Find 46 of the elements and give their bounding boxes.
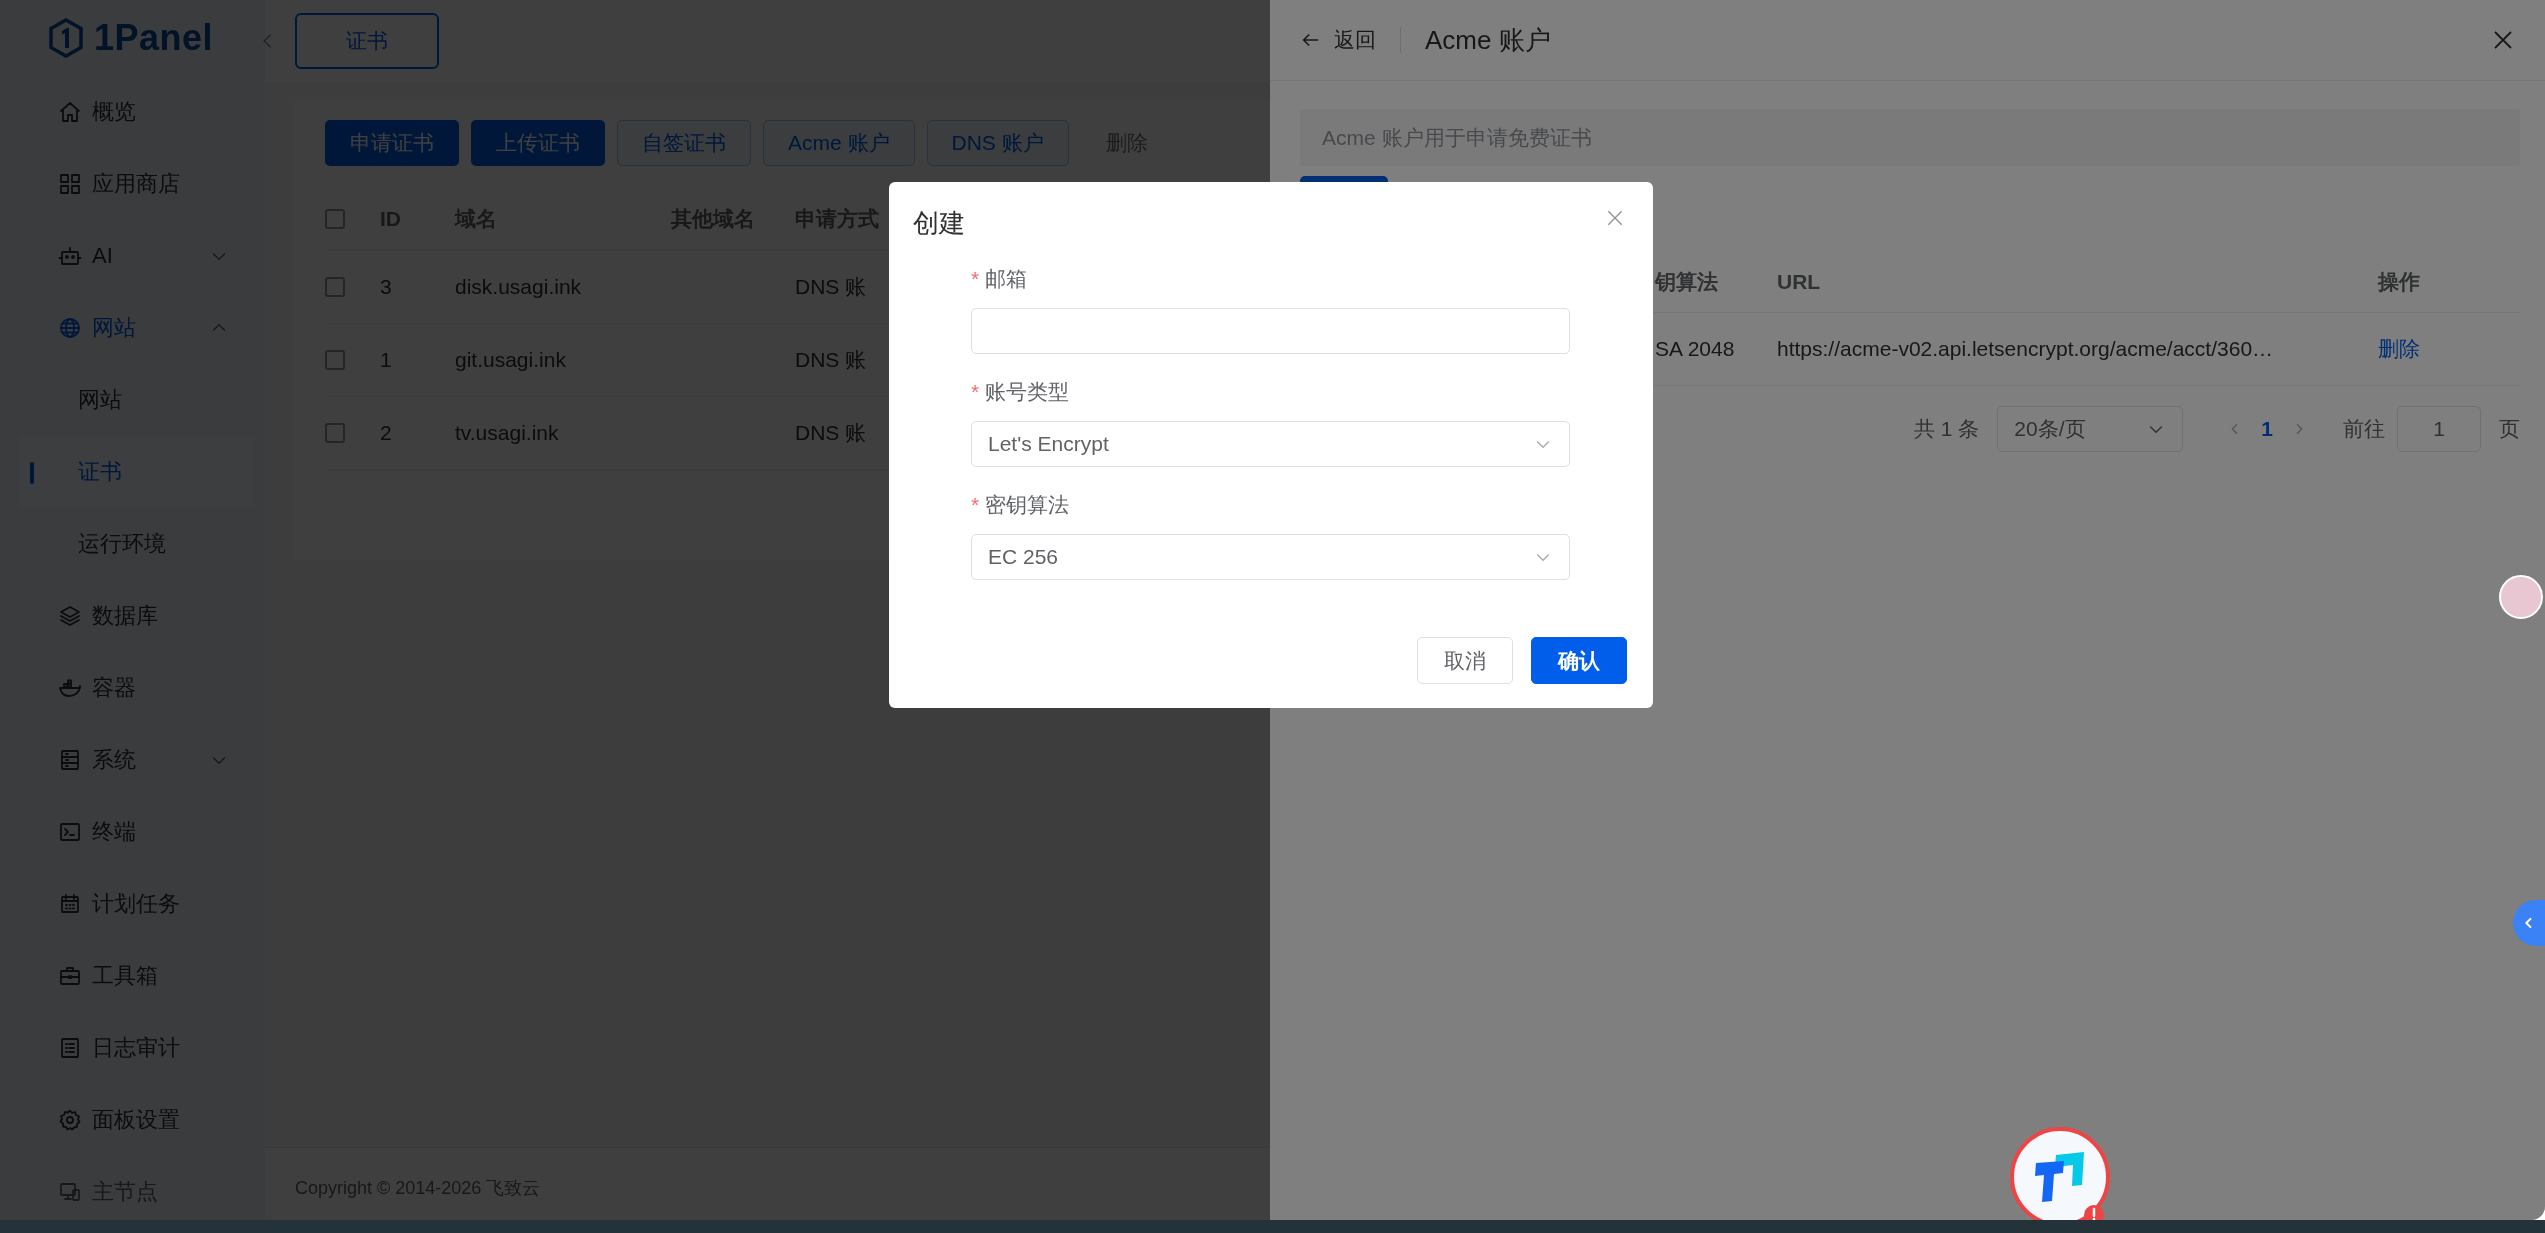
delete-link[interactable]: 删除 — [2378, 335, 2420, 363]
checkbox[interactable] — [325, 277, 345, 297]
home-icon — [58, 100, 82, 124]
list-icon — [58, 1036, 82, 1060]
back-button[interactable]: 返回 — [1300, 26, 1376, 54]
column-header: 钥算法 — [1655, 269, 1719, 295]
globe-icon — [58, 316, 82, 340]
page-number[interactable]: 1 — [2261, 417, 2273, 441]
checkbox[interactable] — [325, 423, 345, 443]
tab[interactable]: 证书 — [295, 13, 439, 69]
select-field[interactable]: Let's Encrypt — [971, 421, 1570, 467]
confirm-button[interactable]: 确认 — [1531, 637, 1627, 684]
drawer-title: Acme 账户 — [1425, 23, 1551, 57]
hexagon-logo-icon — [48, 18, 84, 58]
cancel-button[interactable]: 取消 — [1417, 637, 1513, 684]
layers-icon — [58, 604, 82, 628]
goto-label: 前往 — [2343, 416, 2385, 442]
required-mark: * — [971, 380, 980, 404]
dialog-title: 创建 — [913, 207, 965, 240]
total-count: 共 1 条 — [1913, 416, 1980, 442]
field-label: 邮箱 — [985, 266, 1028, 292]
column-header: 操作 — [2378, 269, 2421, 295]
table-cell-text: https://acme-v02.api.letsencrypt.org/acme/acct/360… — [1777, 337, 2275, 361]
logo-text: 1Panel — [94, 17, 214, 59]
field-label: 密钥算法 — [985, 492, 1070, 518]
required-mark: * — [971, 493, 980, 517]
page-input[interactable]: 1 — [2397, 406, 2481, 452]
select-field[interactable]: EC 256 — [971, 534, 1570, 580]
page-size-select[interactable]: 20条/页 — [1997, 406, 2184, 452]
monitor-icon — [58, 1180, 82, 1204]
required-mark: * — [971, 267, 980, 291]
close-icon[interactable] — [1605, 208, 1625, 228]
column-header: URL — [1777, 270, 1822, 294]
gear-icon — [58, 1108, 82, 1132]
input-field[interactable] — [971, 308, 1570, 354]
robot-icon — [58, 244, 82, 268]
grid-icon — [58, 172, 82, 196]
table-cell-text: SA 2048 — [1655, 337, 1736, 361]
terminal-icon — [58, 820, 82, 844]
checkbox[interactable] — [325, 209, 345, 229]
checkbox[interactable] — [325, 350, 345, 370]
field-label: 账号类型 — [985, 379, 1070, 405]
briefcase-icon — [58, 964, 82, 988]
calendar-icon — [58, 892, 82, 916]
server-icon — [58, 748, 82, 772]
page-suffix: 页 — [2499, 416, 2520, 442]
